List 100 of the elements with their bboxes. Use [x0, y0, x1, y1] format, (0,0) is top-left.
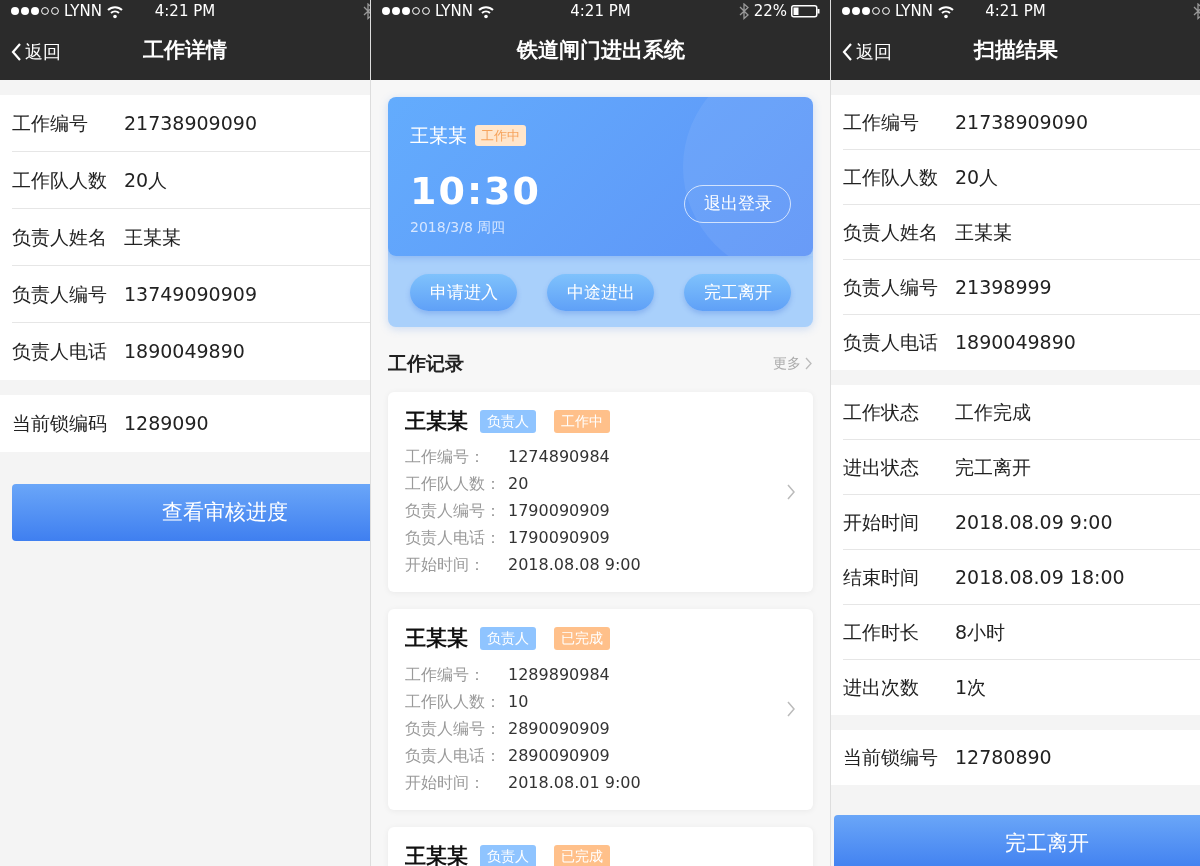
record-card[interactable]: 王某某 负责人 工作中 工作编号： 1274890984 工作队人数： 20 负责人编号： 1790090909 负责人电话： 1790090909 开始时间： 2018.08.08 9:00 [388, 391, 813, 592]
field-value: 2018.08.09 18:00 [955, 564, 1125, 590]
field-value: 21738909090 [955, 109, 1088, 135]
back-button[interactable]: 返回 [841, 38, 892, 65]
field-value: 2890090909 [508, 717, 610, 740]
field-value: 8小时 [955, 619, 1006, 645]
user-name: 王某某 [410, 123, 467, 148]
field-value: 2018.08.01 9:00 [508, 771, 641, 794]
field-label: 工作编号： [405, 446, 486, 468]
status-time: 4:21 PM [570, 2, 631, 20]
field-label: 负责人编号： [405, 500, 502, 522]
chevron-icon [787, 483, 796, 500]
field-label: 工作队人数 [843, 164, 939, 190]
carrier-name: LYNN [64, 0, 102, 22]
field-label: 负责人电话： [405, 744, 502, 767]
battery-icon [791, 4, 820, 18]
role-tag: 负责人 [480, 627, 536, 651]
clock-time: 10:30 [410, 171, 541, 210]
field-label: 工作状态 [843, 399, 920, 425]
field-value: 完工离开 [955, 454, 1031, 480]
field-label: 进出次数 [843, 675, 920, 701]
bluetooth-icon [737, 2, 750, 20]
wifi-icon [476, 3, 495, 19]
field-label: 工作编号 [843, 109, 920, 135]
field-value: 21398999 [955, 274, 1052, 300]
field-label: 开始时间 [843, 509, 920, 535]
section-title: 工作记录 [388, 351, 464, 376]
field-value: 1790090909 [508, 527, 610, 549]
role-tag: 负责人 [480, 844, 536, 866]
nav-title: 扫描结果 [973, 37, 1058, 65]
field-label: 负责人姓名 [843, 219, 939, 245]
field-label: 负责人电话 [843, 330, 939, 356]
field-label: 负责人编号 [12, 281, 108, 307]
field-label: 负责人编号： [405, 717, 502, 740]
field-value: 1289890984 [508, 663, 610, 686]
field-label: 开始时间： [405, 554, 486, 576]
field-value: 13749090909 [124, 281, 257, 307]
field-label: 负责人姓名 [12, 224, 108, 250]
field-value: 12780890 [955, 745, 1052, 771]
field-label: 负责人电话： [405, 527, 502, 549]
field-label: 开始时间： [405, 771, 486, 794]
status-tag: 工作中 [554, 409, 610, 433]
field-value: 1次 [955, 675, 987, 701]
field-value: 10 [508, 690, 529, 713]
wifi-icon [936, 3, 955, 19]
carrier-name: LYNN [895, 0, 933, 22]
field-label: 工作队人数： [405, 690, 502, 713]
field-value: 20人 [955, 164, 999, 190]
field-value: 20 [508, 473, 529, 495]
record-name: 王某某 [405, 625, 468, 652]
action-button[interactable]: 完工离开 [684, 274, 791, 311]
field-value: 王某某 [955, 219, 1012, 245]
field-value: 1890049890 [955, 330, 1076, 356]
status-tag: 已完成 [554, 844, 610, 866]
chevron-icon [787, 701, 796, 718]
field-label: 工作编号： [405, 663, 486, 686]
field-label: 工作时长 [843, 619, 920, 645]
primary-button[interactable]: 完工离开 [834, 815, 1200, 866]
field-value: 21738909090 [124, 110, 257, 136]
bluetooth-icon [362, 2, 370, 20]
action-button[interactable]: 中途进出 [547, 274, 654, 311]
role-tag: 负责人 [480, 409, 536, 433]
field-value: 1274890984 [508, 446, 610, 468]
date-text: 2018/3/8 周四 [410, 217, 506, 237]
signal-icon [841, 5, 891, 17]
nav-title: 工作详情 [143, 37, 227, 65]
field-label: 当前锁编号 [843, 745, 939, 771]
back-button[interactable]: 返回 [10, 38, 61, 65]
more-link[interactable]: 更多 [773, 352, 813, 374]
wifi-icon [105, 3, 124, 19]
chevron-icon [805, 356, 813, 370]
field-label: 工作队人数 [12, 167, 108, 193]
field-value: 1289090 [124, 411, 209, 437]
field-value: 工作完成 [955, 399, 1031, 425]
back-icon [10, 41, 22, 62]
battery-percent: 22% [753, 0, 787, 22]
field-label: 工作队人数： [405, 473, 502, 495]
field-value: 2018.08.09 9:00 [955, 509, 1113, 535]
field-value: 王某某 [124, 224, 181, 250]
carrier-name: LYNN [435, 0, 473, 22]
field-value: 1790090909 [508, 500, 610, 522]
status-tag: 工作中 [475, 124, 526, 146]
bluetooth-icon [1192, 2, 1200, 20]
record-name: 王某某 [405, 842, 468, 866]
primary-button[interactable]: 查看审核进度 [12, 484, 370, 541]
field-label: 负责人电话 [12, 339, 108, 365]
signal-icon [381, 5, 431, 17]
field-value: 2018.08.08 9:00 [508, 554, 641, 576]
field-value: 20人 [124, 167, 168, 193]
signal-icon [10, 5, 60, 17]
status-time: 4:21 PM [985, 2, 1046, 20]
record-card[interactable]: 王某某 负责人 已完成 [388, 826, 813, 866]
nav-title: 铁道闸门进出系统 [516, 37, 685, 65]
status-time: 4:21 PM [154, 2, 216, 20]
action-button[interactable]: 申请进入 [410, 274, 517, 311]
field-label: 结束时间 [843, 564, 920, 590]
record-card[interactable]: 王某某 负责人 已完成 工作编号： 1289890984 工作队人数： 10 负责人编号： 2890090909 负责人电话： 2890090909 开始时间： 2018.08.01 9:00 [388, 609, 813, 810]
field-label: 工作编号 [12, 110, 89, 136]
field-label: 负责人编号 [843, 274, 939, 300]
back-icon [841, 41, 853, 62]
